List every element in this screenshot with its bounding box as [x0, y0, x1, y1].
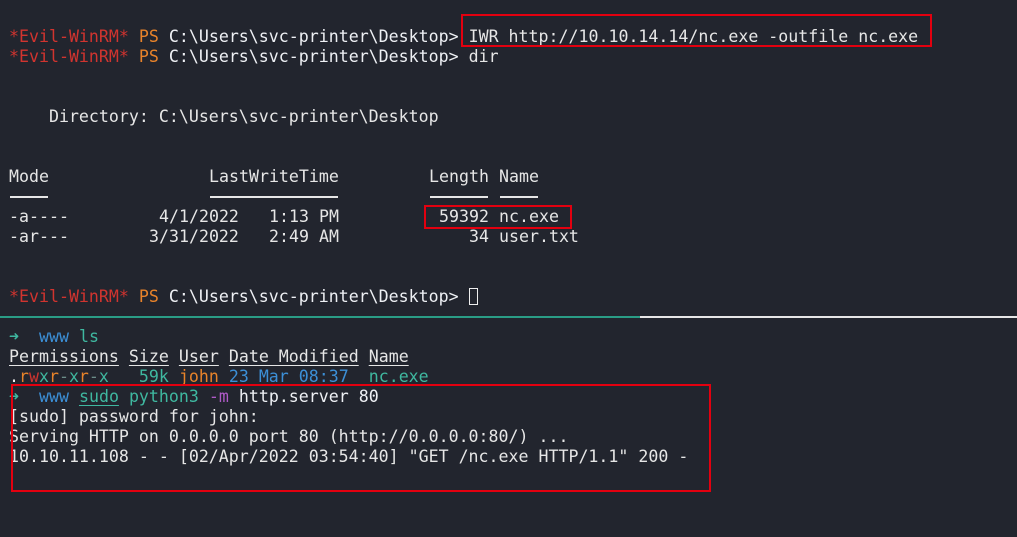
prompt-path: C:\Users\svc-printer\Desktop>	[168, 47, 459, 66]
underline	[500, 196, 538, 198]
ps-label: PS	[138, 287, 159, 306]
local-line-ls: ➜ www ls	[9, 327, 99, 347]
winrm-line-3[interactable]: *Evil-WinRM* PS C:\Users\svc-printer\Des…	[9, 287, 478, 307]
prompt-name: *Evil-WinRM*	[9, 287, 129, 306]
header-mode: Mode	[9, 167, 49, 186]
cursor-icon	[468, 288, 478, 305]
header-length: Length	[429, 167, 489, 186]
command-ls: ls	[78, 327, 99, 346]
ls-headers: Permissions Size User Date Modified Name	[9, 347, 409, 367]
prompt-name: *Evil-WinRM*	[9, 27, 129, 46]
cwd: www	[38, 327, 69, 346]
highlight-box	[424, 205, 572, 229]
winrm-line-2: *Evil-WinRM* PS C:\Users\svc-printer\Des…	[9, 47, 499, 67]
row-date: 4/1/2022	[159, 207, 239, 226]
header-lastwrite: LastWriteTime	[209, 167, 339, 186]
row-name: user.txt	[499, 227, 579, 246]
row-mode: -ar---	[9, 227, 69, 246]
pane-divider[interactable]	[640, 316, 1017, 318]
row-time: 2:49 AM	[269, 227, 339, 246]
ls-header: Size	[128, 347, 169, 366]
pane-divider[interactable]	[0, 316, 640, 318]
command-dir: dir	[468, 47, 499, 66]
ls-header: Name	[368, 347, 409, 366]
highlight-box	[461, 14, 932, 47]
ps-label: PS	[138, 47, 159, 66]
underline	[10, 196, 48, 198]
ls-header: User	[178, 347, 219, 366]
ls-header: Date Modified	[228, 347, 359, 366]
prompt-path: C:\Users\svc-printer\Desktop>	[168, 287, 459, 306]
row-date: 3/31/2022	[149, 227, 239, 246]
underline	[210, 196, 338, 198]
header-name: Name	[499, 167, 539, 186]
ls-header: Permissions	[9, 347, 119, 366]
ps-label: PS	[138, 27, 159, 46]
prompt-path: C:\Users\svc-printer\Desktop>	[168, 27, 459, 46]
row-length: 34	[469, 227, 489, 246]
arrow-icon: ➜	[9, 327, 19, 346]
row-mode: -a----	[9, 207, 69, 226]
highlight-box	[11, 384, 711, 492]
prompt-name: *Evil-WinRM*	[9, 47, 129, 66]
underline	[430, 196, 488, 198]
directory-line: Directory: C:\Users\svc-printer\Desktop	[9, 107, 439, 126]
row-time: 1:13 PM	[269, 207, 339, 226]
